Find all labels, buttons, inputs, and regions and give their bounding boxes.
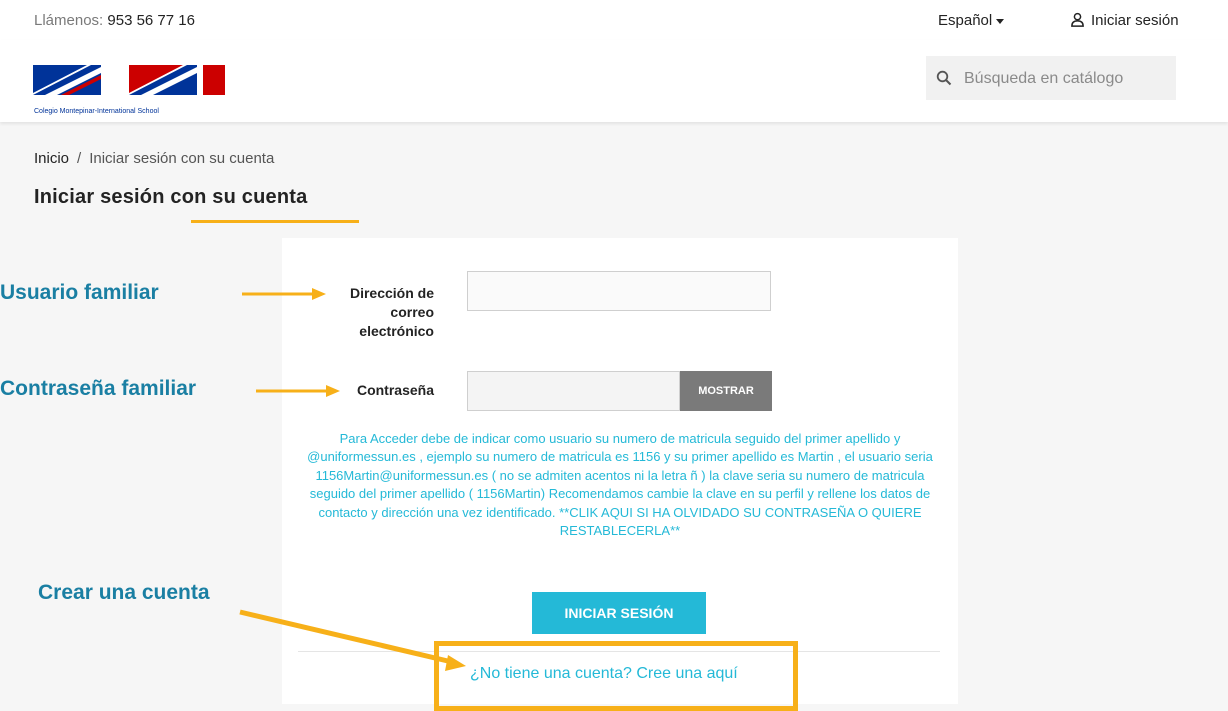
signin-label: Iniciar sesión xyxy=(1091,12,1179,29)
site-header: Colegio Montepinar-International School xyxy=(0,40,1228,122)
signin-link[interactable]: Iniciar sesión xyxy=(1070,12,1179,29)
title-underline-highlight xyxy=(191,220,359,223)
create-account-highlight-box xyxy=(434,641,798,711)
top-bar: Llámenos: 953 56 77 16 Español Iniciar s… xyxy=(0,0,1228,40)
call-label: Llámenos: xyxy=(34,12,104,29)
phone-number[interactable]: 953 56 77 16 xyxy=(107,12,195,29)
breadcrumb-current: Iniciar sesión con su cuenta xyxy=(89,150,275,167)
search-input[interactable] xyxy=(962,56,1171,102)
breadcrumb-separator: / xyxy=(77,150,82,167)
annotation-user-label: Usuario familiar xyxy=(0,281,159,304)
contact-phone: Llámenos: 953 56 77 16 xyxy=(34,12,195,29)
breadcrumb-home[interactable]: Inicio xyxy=(34,150,69,167)
login-help-text[interactable]: Para Acceder debe de indicar como usuari… xyxy=(300,430,940,540)
annotation-password-label: Contraseña familiar xyxy=(0,377,197,400)
logo-caption: Colegio Montepinar-International School xyxy=(34,108,159,115)
search-icon[interactable] xyxy=(936,70,952,86)
password-field[interactable] xyxy=(467,371,680,411)
language-selector[interactable]: Español xyxy=(938,12,1005,29)
breadcrumb: Inicio / Iniciar sesión con su cuenta xyxy=(34,150,274,167)
login-button[interactable]: INICIAR SESIÓN xyxy=(532,592,706,634)
user-icon xyxy=(1071,12,1084,27)
search-box[interactable] xyxy=(926,56,1176,102)
show-password-button[interactable]: MOSTRAR xyxy=(680,371,772,411)
page-title: Iniciar sesión con su cuenta xyxy=(34,186,308,208)
password-label: Contraseña xyxy=(356,382,434,398)
annotation-create-label: Crear una cuenta xyxy=(38,581,210,604)
caret-down-icon xyxy=(996,18,1005,24)
email-field[interactable] xyxy=(467,271,771,311)
language-label: Español xyxy=(938,12,993,29)
email-label: Dirección de correo electrónico xyxy=(349,285,434,339)
